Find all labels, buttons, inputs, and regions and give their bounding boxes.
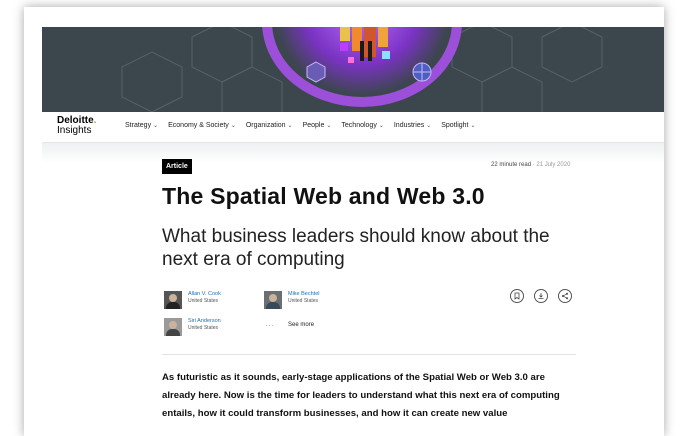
nav-item-economy-society[interactable]: Economy & Society ⌄ bbox=[168, 122, 236, 129]
hero-banner bbox=[42, 27, 664, 112]
author-location: United States bbox=[188, 325, 219, 331]
nav-item-people[interactable]: People ⌄ bbox=[303, 122, 332, 129]
cube-icon-left bbox=[306, 61, 326, 83]
bookmark-icon[interactable] bbox=[510, 289, 524, 303]
deloitte-insights-logo[interactable]: Deloitte. Insights bbox=[57, 116, 96, 136]
chevron-down-icon: ⌄ bbox=[470, 123, 476, 129]
article-intro: As futuristic as it sounds, early-stage … bbox=[162, 372, 560, 419]
nav-item-spotlight[interactable]: Spotlight ⌄ bbox=[441, 122, 475, 129]
chevron-down-icon: ⌄ bbox=[287, 123, 293, 129]
author-name[interactable]: Siri Anderson bbox=[188, 318, 221, 325]
header-shadow-band bbox=[42, 143, 664, 163]
article-title: The Spatial Web and Web 3.0 bbox=[162, 183, 485, 209]
article-meta: 22 minute read · 21 July 2020 bbox=[491, 162, 570, 168]
meta-separator: · bbox=[532, 162, 535, 168]
author-location: United States bbox=[288, 298, 319, 304]
see-more-link[interactable]: See more bbox=[288, 322, 314, 328]
nav-menu: Strategy ⌄ Economy & Society ⌄ Organizatio… bbox=[125, 122, 476, 129]
article-subtitle: What business leaders should know about … bbox=[162, 226, 550, 270]
nav-item-strategy[interactable]: Strategy ⌄ bbox=[125, 122, 158, 129]
author-card[interactable]: Mike Bechtel United States bbox=[264, 291, 320, 309]
author-name[interactable]: Mike Bechtel bbox=[288, 291, 320, 298]
author-card[interactable]: Siri Anderson United States bbox=[164, 318, 221, 336]
chevron-down-icon: ⌄ bbox=[378, 123, 384, 129]
author-location: United States bbox=[188, 298, 219, 304]
chevron-down-icon: ⌄ bbox=[230, 123, 236, 129]
more-dots-icon: ... bbox=[266, 322, 275, 328]
chevron-down-icon: ⌄ bbox=[326, 123, 332, 129]
chevron-down-icon: ⌄ bbox=[153, 123, 159, 129]
see-more-authors[interactable]: ... See more bbox=[266, 322, 314, 328]
globe-icon-right bbox=[412, 62, 432, 82]
article-actions bbox=[510, 289, 572, 303]
author-name[interactable]: Allan V. Cook bbox=[188, 291, 221, 298]
publish-date: 21 July 2020 bbox=[536, 162, 571, 168]
pixel-figure-graphic bbox=[334, 27, 394, 72]
avatar bbox=[164, 291, 182, 309]
section-divider bbox=[162, 354, 576, 355]
nav-item-technology[interactable]: Technology ⌄ bbox=[341, 122, 383, 129]
author-card[interactable]: Allan V. Cook United States bbox=[164, 291, 221, 309]
avatar bbox=[164, 318, 182, 336]
nav-item-organization[interactable]: Organization ⌄ bbox=[246, 122, 293, 129]
read-time: 22 minute read bbox=[491, 162, 532, 168]
nav-item-industries[interactable]: Industries ⌄ bbox=[394, 122, 431, 129]
article-page: Deloitte. Insights Strategy ⌄ Economy & S… bbox=[24, 7, 664, 436]
article-type-badge: Article bbox=[162, 159, 192, 174]
site-navigation: Deloitte. Insights Strategy ⌄ Economy & S… bbox=[42, 112, 664, 143]
download-icon[interactable] bbox=[534, 289, 548, 303]
avatar bbox=[264, 291, 282, 309]
share-icon[interactable] bbox=[558, 289, 572, 303]
chevron-down-icon: ⌄ bbox=[426, 123, 432, 129]
